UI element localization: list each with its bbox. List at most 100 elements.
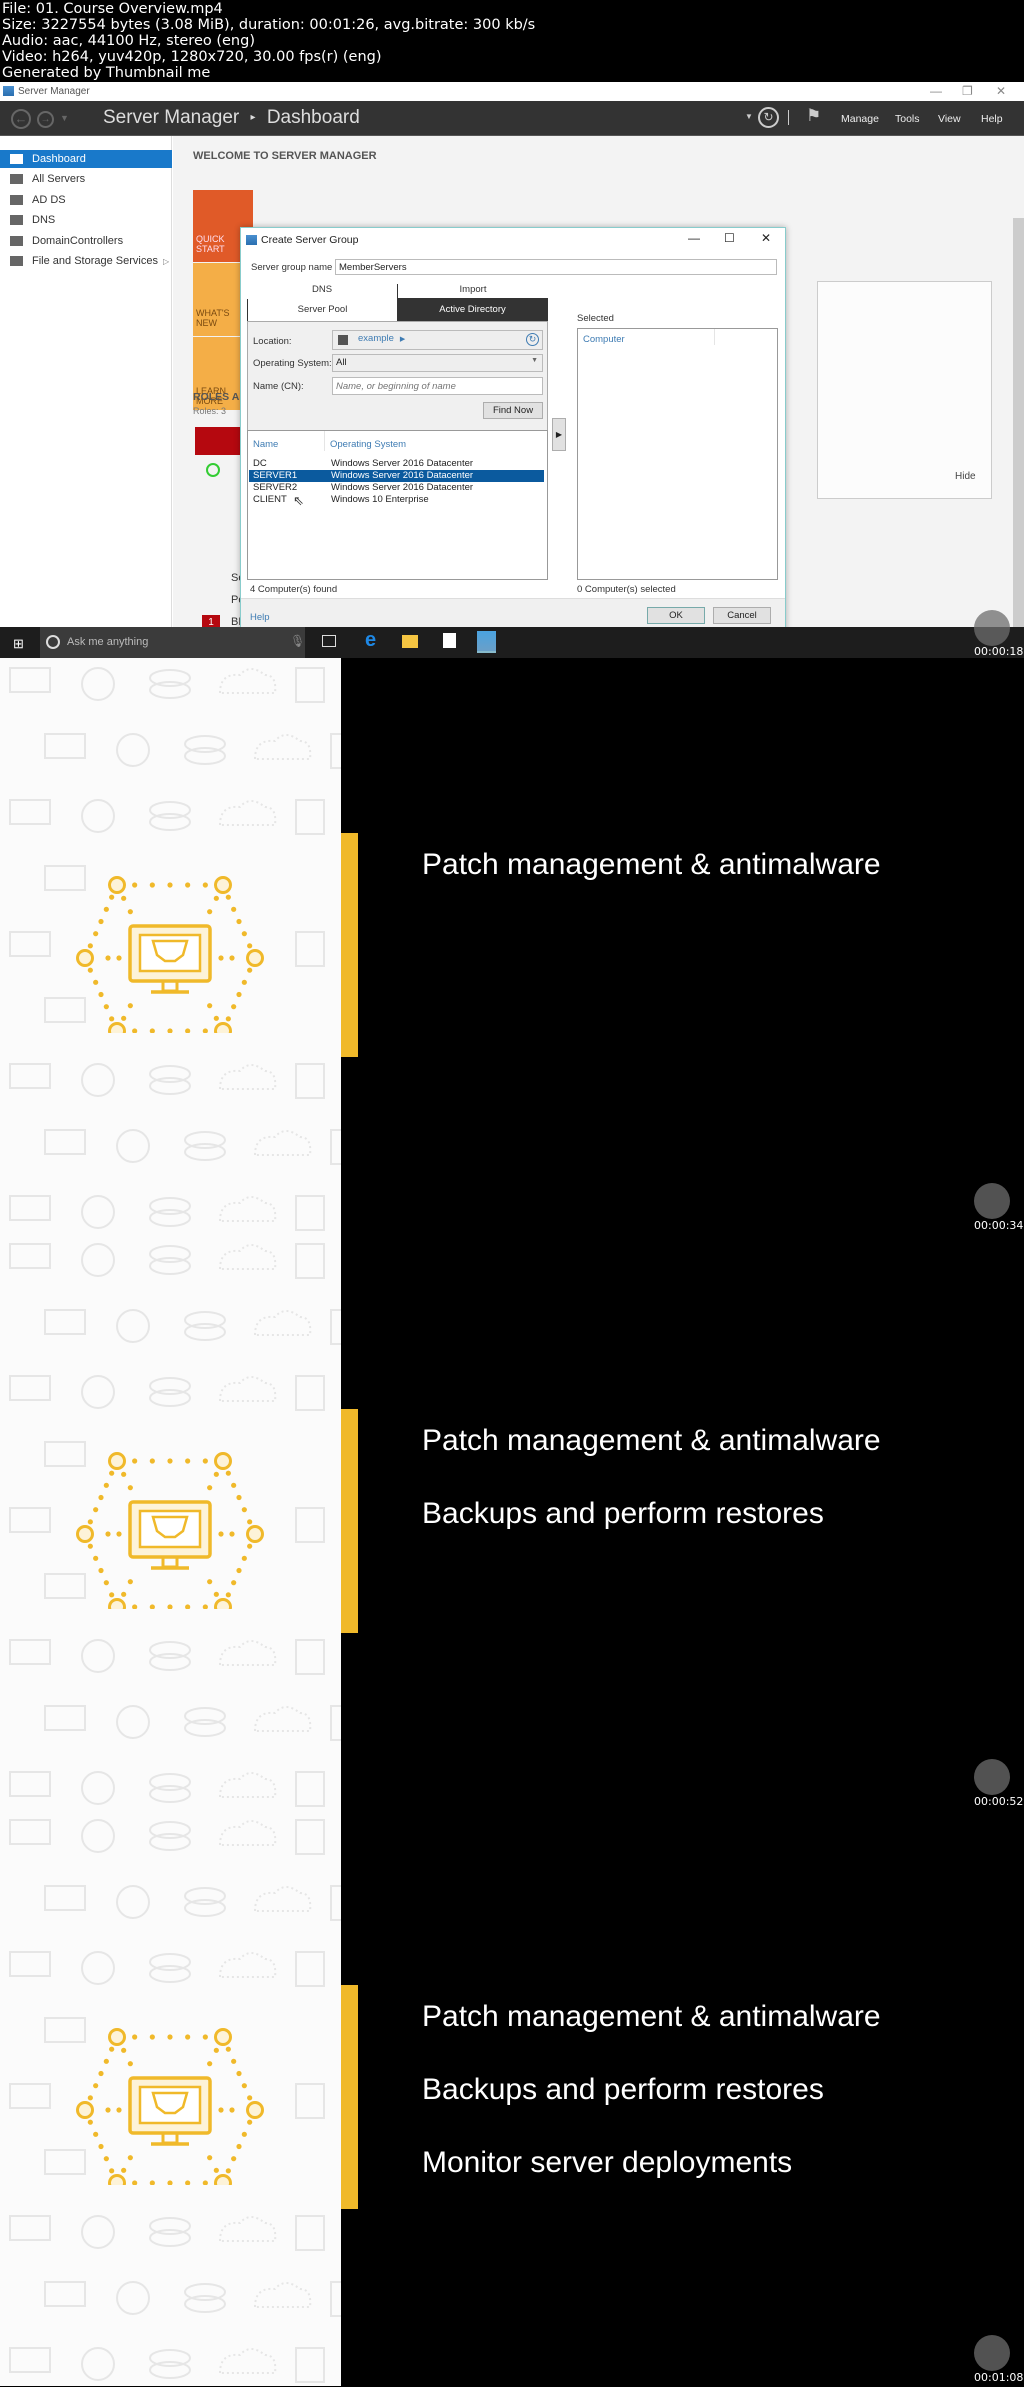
sidebar-item-dashboard[interactable]: Dashboard (0, 150, 172, 168)
play-overlay-icon[interactable] (974, 2335, 1010, 2371)
refresh-dropdown-icon[interactable]: ▼ (745, 112, 753, 121)
edge-browser-icon[interactable]: e (365, 629, 376, 652)
ok-button[interactable]: OK (647, 607, 705, 624)
audio-info: Audio: aac, 44100 Hz, stereo (eng) (2, 33, 255, 49)
microphone-icon[interactable]: 🎙 (290, 634, 305, 648)
generator-info: Generated by Thumbnail me (2, 65, 211, 81)
sidebar: Dashboard All Servers AD DS DNS DomainCo… (0, 136, 172, 658)
dashboard-icon (10, 154, 23, 164)
windows-start-icon[interactable]: ⊞ (13, 636, 24, 652)
menu-manage[interactable]: Manage (841, 113, 879, 125)
welcome-panel (817, 281, 992, 499)
slide-frame-3: Patch management & antimalware Backups a… (0, 1810, 1024, 2386)
sidebar-item-all-servers[interactable]: All Servers (0, 170, 172, 188)
task-view-icon[interactable] (322, 635, 336, 647)
frame-server-manager: Server Manager — ❐ ✕ ← → ▼ Server Manage… (0, 82, 1024, 658)
selected-list: Computer (577, 328, 778, 580)
name-cn-input[interactable] (332, 377, 543, 395)
bullet-item: Backups and perform restores (422, 1497, 824, 1530)
dialog-minimize-icon[interactable]: — (688, 231, 700, 245)
location-picker[interactable]: example ▶ ↻ (332, 330, 543, 350)
minimize-icon[interactable]: — (930, 84, 942, 98)
roles-count: Roles: 3 (193, 406, 227, 416)
tab-import[interactable]: Import (398, 284, 548, 298)
history-dropdown-icon[interactable]: ▼ (60, 113, 69, 123)
add-selected-button[interactable]: ▶ (552, 418, 566, 451)
welcome-heading: WELCOME TO SERVER MANAGER (193, 150, 377, 162)
dialog-close-icon[interactable]: ✕ (761, 231, 771, 245)
expand-arrow-icon[interactable]: ▷ (163, 257, 169, 266)
group-name-label: Server group name (251, 262, 333, 273)
table-row[interactable]: DC Windows Server 2016 Datacenter (249, 458, 544, 470)
column-header-computer[interactable]: Computer (583, 334, 625, 345)
close-icon[interactable]: ✕ (996, 84, 1006, 98)
timecode: 00:00:18 (974, 645, 1024, 658)
timecode: 00:00:34 (974, 1219, 1024, 1232)
cortana-icon (46, 635, 60, 649)
sidebar-item-ad-ds[interactable]: AD DS (0, 191, 172, 209)
help-link[interactable]: Help (250, 612, 270, 623)
play-overlay-icon[interactable] (974, 1759, 1010, 1795)
column-divider (714, 329, 715, 345)
restore-icon[interactable]: ❐ (962, 84, 973, 98)
menu-view[interactable]: View (938, 113, 961, 125)
dialog-app-icon (246, 235, 257, 245)
cancel-button[interactable]: Cancel (713, 607, 771, 624)
bullet-item: Monitor server deployments (422, 2146, 793, 2179)
tab-server-pool[interactable]: Server Pool (247, 299, 397, 321)
results-list: Name Operating System DC Windows Server 2… (247, 430, 548, 580)
location-value: example (358, 333, 394, 344)
notifications-flag-icon[interactable]: ⚑ (806, 106, 821, 126)
refresh-location-icon[interactable]: ↻ (526, 333, 539, 346)
slide-frame-2: Patch management & antimalware Backups a… (0, 1234, 1024, 1810)
windows-taskbar: ⊞ Ask me anything 🎙 e (0, 627, 1024, 658)
menu-tools[interactable]: Tools (895, 113, 920, 125)
back-button[interactable]: ← (11, 109, 31, 129)
forward-button[interactable]: → (37, 111, 54, 128)
window-titlebar: Server Manager — ❐ ✕ (0, 82, 1024, 101)
search-placeholder: Ask me anything (67, 636, 149, 648)
column-header-name[interactable]: Name (253, 439, 278, 450)
vertical-scrollbar[interactable] (1013, 218, 1024, 658)
server-manager-taskbar-icon[interactable] (477, 631, 496, 653)
file-storage-icon (10, 256, 23, 266)
store-icon[interactable] (443, 633, 456, 648)
os-select[interactable]: All ▼ (332, 354, 543, 372)
name-label: Name (CN): (253, 381, 304, 392)
tab-dns[interactable]: DNS (247, 284, 397, 298)
cortana-search-box[interactable]: Ask me anything 🎙 (40, 627, 305, 658)
sidebar-item-domaincontrollers[interactable]: DomainControllers (0, 232, 172, 250)
breadcrumb: Server Manager ▸ Dashboard (103, 107, 360, 129)
play-overlay-icon[interactable] (974, 1183, 1010, 1219)
sidebar-item-label: All Servers (32, 173, 86, 185)
domain-icon (338, 335, 348, 345)
slide-frame-1: Patch management & antimalware 00:00:34 (0, 658, 1024, 1234)
dialog-maximize-icon[interactable]: ☐ (724, 231, 735, 245)
sidebar-item-file-storage[interactable]: File and Storage Services ▷ (0, 252, 172, 270)
play-overlay-icon[interactable] (974, 610, 1010, 646)
timecode: 00:01:08 (974, 2371, 1024, 2384)
network-monitor-gear-icon (76, 1452, 264, 1609)
group-name-input[interactable]: MemberServers (335, 259, 777, 275)
accent-bar (341, 1985, 358, 2209)
file-explorer-icon[interactable] (402, 635, 418, 648)
find-now-button[interactable]: Find Now (483, 402, 543, 419)
sidebar-item-dns[interactable]: DNS (0, 211, 172, 229)
location-arrow-icon: ▶ (399, 336, 406, 343)
selected-label: Selected (577, 313, 614, 324)
bullet-item: Patch management & antimalware (422, 2000, 881, 2033)
found-count: 4 Computer(s) found (250, 584, 338, 595)
menu-help[interactable]: Help (981, 113, 1003, 125)
tab-active-directory[interactable]: Active Directory (397, 298, 548, 322)
accent-bar (341, 1409, 358, 1633)
selected-count: 0 Computer(s) selected (577, 584, 676, 595)
column-header-os[interactable]: Operating System (330, 439, 406, 450)
refresh-icon[interactable]: ↻ (758, 107, 779, 128)
sidebar-item-label: DomainControllers (32, 235, 124, 247)
timecode: 00:00:52 (974, 1795, 1024, 1808)
table-row-selected[interactable]: SERVER1 Windows Server 2016 Datacenter (249, 470, 544, 482)
create-server-group-dialog: Create Server Group — ☐ ✕ Server group n… (240, 227, 786, 641)
breadcrumb-separator: ▸ (250, 112, 256, 124)
server-manager-icon (3, 86, 14, 96)
hide-link[interactable]: Hide (955, 471, 976, 482)
